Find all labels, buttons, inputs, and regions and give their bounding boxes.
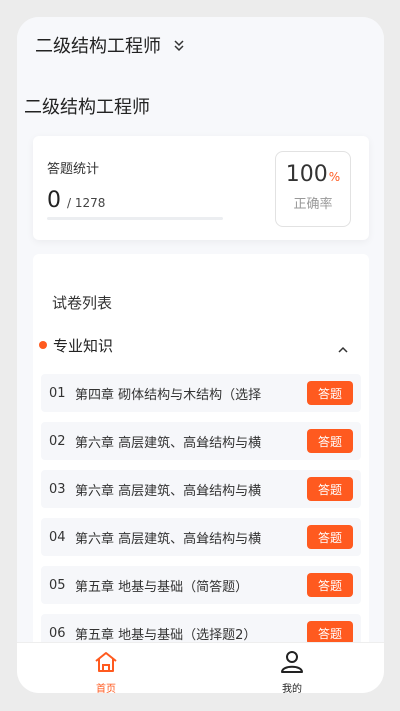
paper-title: 第六章 高层建筑、高耸结构与横 (75, 483, 262, 499)
paper-title: 第六章 高层建筑、高耸结构与横 (75, 435, 262, 451)
progress-bar (47, 217, 223, 220)
section-dot-icon (39, 341, 47, 349)
paper-index: 04 (49, 529, 66, 545)
paper-title: 第六章 高层建筑、高耸结构与横 (75, 531, 262, 547)
answer-button[interactable]: 答题 (307, 573, 353, 597)
total-count: / 1278 (67, 196, 106, 210)
accuracy-unit: % (328, 170, 341, 184)
paper-index: 05 (49, 577, 66, 593)
tab-home-label: 首页 (96, 684, 116, 693)
paper-list-card: 试卷列表 专业知识 01 第四章 砌体结构与木结构（选择 答题 02 第六章 高… (33, 254, 369, 674)
paper-title: 第四章 砌体结构与木结构（选择 (75, 387, 262, 403)
paper-index: 01 (49, 385, 66, 401)
paper-index: 02 (49, 433, 66, 449)
user-icon (281, 651, 303, 673)
paper-row[interactable]: 05 第五章 地基与基础（简答题） 答题 (41, 566, 361, 604)
paper-index: 03 (49, 481, 66, 497)
paper-title: 第五章 地基与基础（选择题2） (75, 627, 257, 643)
paper-row[interactable]: 04 第六章 高层建筑、高耸结构与横 答题 (41, 518, 361, 556)
page-title: 二级结构工程师 (24, 97, 150, 118)
tab-home[interactable]: 首页 (76, 650, 136, 693)
stats-label: 答题统计 (47, 162, 100, 177)
accuracy-value: 100% (276, 162, 350, 187)
answer-button[interactable]: 答题 (307, 525, 353, 549)
phone-frame: 二级结构工程师 二级结构工程师 答题统计 0 / 1278 100% 正确率 试… (17, 17, 384, 693)
accuracy-label: 正确率 (293, 197, 333, 212)
answer-button[interactable]: 答题 (307, 477, 353, 501)
subject-title[interactable]: 二级结构工程师 (35, 32, 161, 58)
paper-index: 06 (49, 625, 66, 641)
double-chevron-down-icon[interactable] (173, 38, 185, 52)
home-icon (95, 652, 117, 672)
tab-bar: 首页 我的 (17, 642, 384, 693)
stats-card: 答题统计 0 / 1278 100% 正确率 (33, 136, 369, 240)
tab-mine[interactable]: 我的 (262, 650, 322, 693)
answered-count: 0 (47, 188, 61, 213)
accuracy-number: 100 (285, 162, 328, 187)
paper-row[interactable]: 03 第六章 高层建筑、高耸结构与横 答题 (41, 470, 361, 508)
accuracy-box: 100% 正确率 (275, 151, 351, 227)
paper-title: 第五章 地基与基础（简答题） (75, 579, 249, 595)
top-bar: 二级结构工程师 (17, 17, 384, 73)
chevron-up-icon[interactable] (337, 339, 349, 358)
paper-list-title: 试卷列表 (52, 294, 113, 312)
paper-row[interactable]: 01 第四章 砌体结构与木结构（选择 答题 (41, 374, 361, 412)
section-name: 专业知识 (53, 336, 114, 355)
stats-count: 0 / 1278 (47, 188, 105, 213)
section-header[interactable]: 专业知识 (39, 333, 363, 357)
answer-button[interactable]: 答题 (307, 429, 353, 453)
answer-button[interactable]: 答题 (307, 381, 353, 405)
paper-row[interactable]: 02 第六章 高层建筑、高耸结构与横 答题 (41, 422, 361, 460)
tab-mine-label: 我的 (282, 684, 302, 693)
